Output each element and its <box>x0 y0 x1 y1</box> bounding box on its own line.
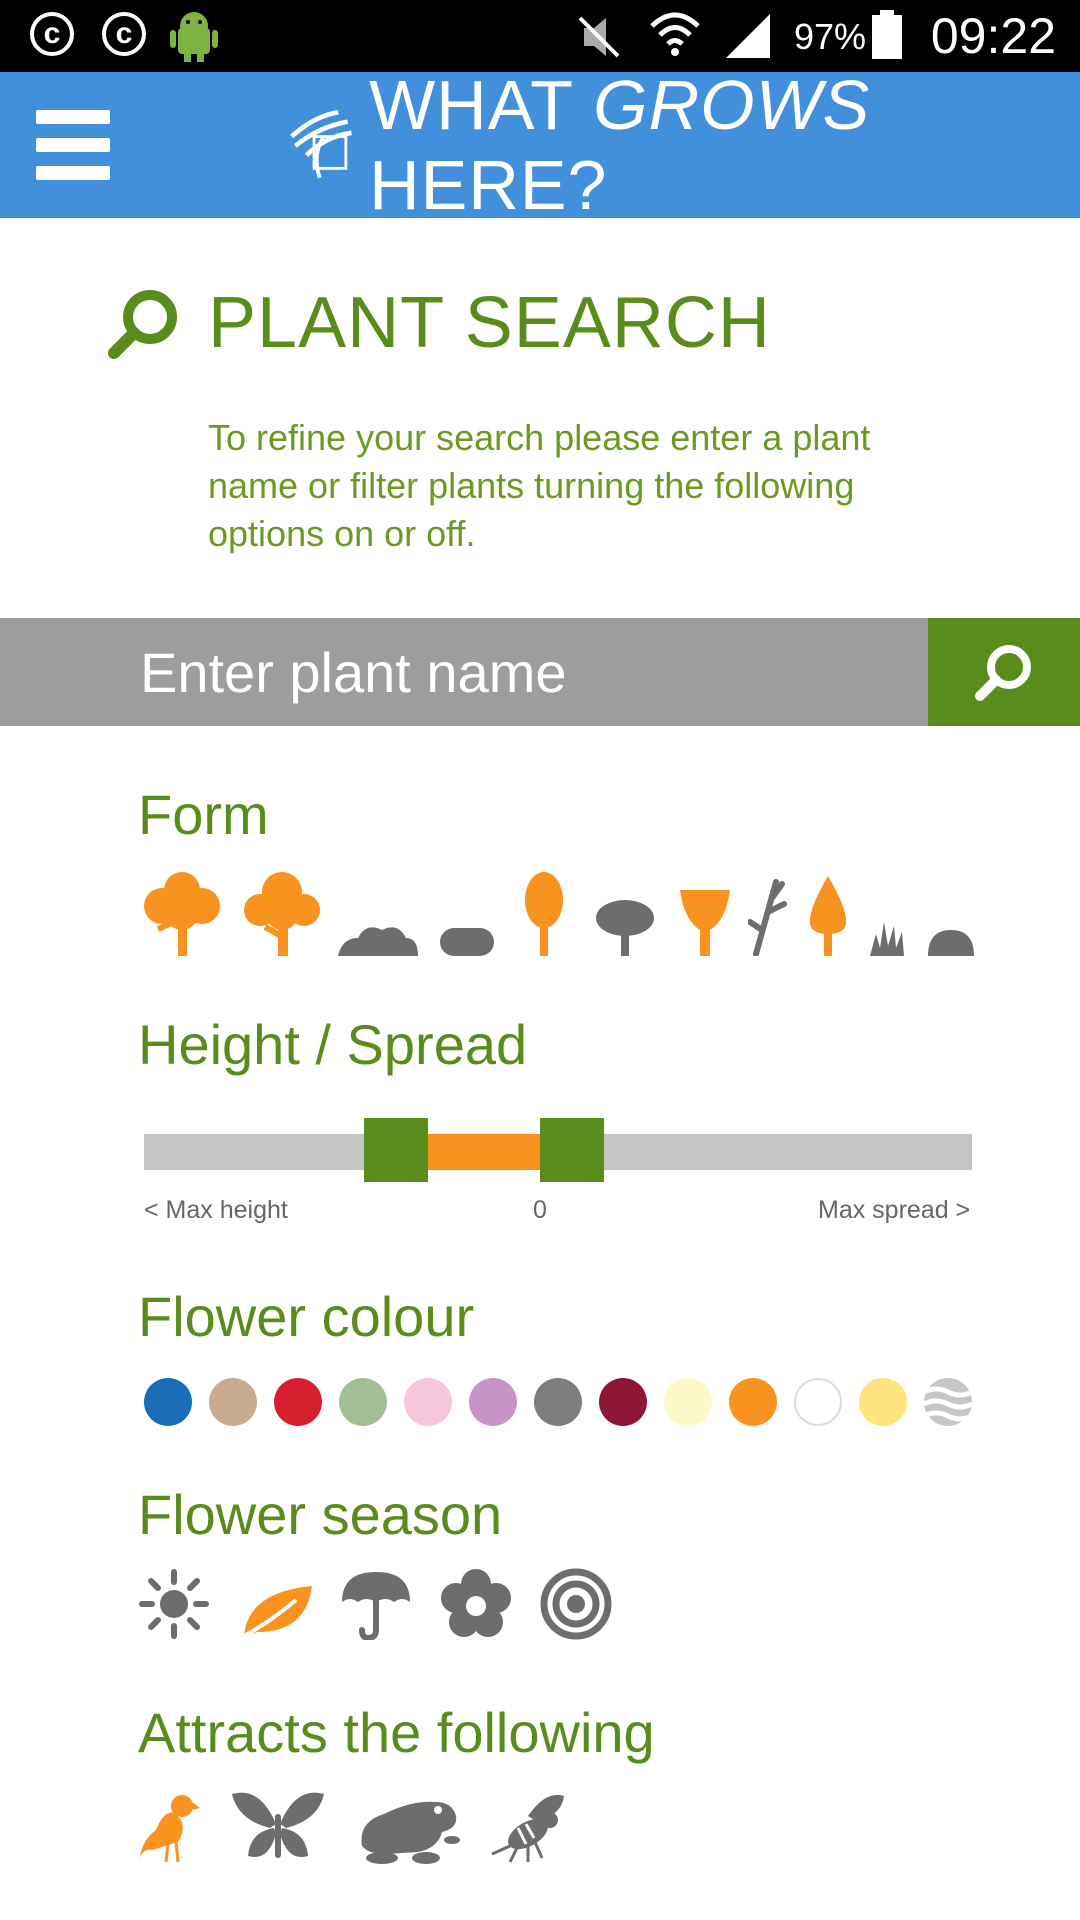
clock: 09:22 <box>930 8 1056 64</box>
search-icon <box>975 645 1031 701</box>
slider-max-label: Max spread > <box>818 1196 971 1224</box>
wifi-icon <box>650 12 700 56</box>
battery-percent: 97% <box>794 16 867 57</box>
page-description: To refine your search please enter a pla… <box>208 417 871 554</box>
tree-columnar-icon[interactable] <box>524 872 564 956</box>
mute-icon <box>578 16 620 58</box>
flower-icon[interactable] <box>440 1568 512 1640</box>
battery-icon <box>872 10 902 59</box>
attracts-label: Attracts the following <box>138 1701 655 1764</box>
colour-green[interactable] <box>339 1378 387 1426</box>
form-options <box>138 870 974 956</box>
plant-name-input[interactable] <box>0 618 928 726</box>
tree-conical-icon[interactable] <box>808 876 848 956</box>
bamboo-icon[interactable] <box>748 876 788 956</box>
umbrella-icon[interactable] <box>340 1568 412 1640</box>
slider-min-handle[interactable] <box>364 1118 428 1182</box>
slider-max-handle[interactable] <box>540 1118 604 1182</box>
colour-blue[interactable] <box>144 1378 192 1426</box>
sun-icon[interactable] <box>138 1568 210 1640</box>
menu-button[interactable] <box>36 110 110 180</box>
shrub-mound-icon[interactable] <box>440 926 494 956</box>
colour-yellow[interactable] <box>859 1378 907 1426</box>
colour-cream[interactable] <box>664 1378 712 1426</box>
slider-center-label: 0 <box>533 1196 547 1224</box>
flower-season-options <box>138 1568 612 1640</box>
bird-icon[interactable] <box>138 1792 200 1864</box>
slider-min-label: < Max height <box>144 1196 288 1224</box>
colour-grey[interactable] <box>534 1378 582 1426</box>
frog-icon[interactable] <box>356 1792 460 1864</box>
attracts-options <box>138 1790 570 1864</box>
colour-mixed-icon[interactable] <box>924 1378 972 1426</box>
butterfly-icon[interactable] <box>230 1790 326 1864</box>
colour-tan[interactable] <box>209 1378 257 1426</box>
hamburger-line <box>36 138 110 152</box>
colour-white[interactable] <box>794 1378 842 1426</box>
grass-icon[interactable] <box>868 918 908 956</box>
colour-red[interactable] <box>274 1378 322 1426</box>
tree-vase-icon[interactable] <box>680 890 730 956</box>
flower-colour-options <box>144 1378 972 1426</box>
slider-selected-range <box>426 1134 544 1170</box>
groundcover-icon[interactable] <box>928 930 974 956</box>
form-label: Form <box>138 783 269 846</box>
page-title-text: PLANT SEARCH <box>208 283 771 363</box>
height-spread-label: Height / Spread <box>138 1013 528 1076</box>
bee-icon[interactable] <box>488 1792 570 1864</box>
flower-colour-label: Flower colour <box>138 1285 475 1348</box>
hamburger-line <box>36 110 110 124</box>
app-title: WHAT GROWS HERE? <box>286 66 1080 224</box>
colour-burgundy[interactable] <box>599 1378 647 1426</box>
colour-pink[interactable] <box>404 1378 452 1426</box>
tree-umbrella-icon[interactable] <box>596 900 654 956</box>
android-icon <box>170 12 218 62</box>
logo-icon <box>290 109 352 179</box>
app-bar: WHAT GROWS HERE? <box>0 66 1080 224</box>
page-title: PLANT SEARCH <box>106 282 771 364</box>
shrub-low-icon[interactable] <box>336 916 420 956</box>
colour-orange[interactable] <box>729 1378 777 1426</box>
tree-broad-icon[interactable] <box>138 870 226 956</box>
search-icon <box>108 290 177 359</box>
flower-season-label: Flower season <box>138 1483 503 1546</box>
search-button[interactable] <box>928 618 1080 726</box>
copyright-icon: c <box>30 12 74 56</box>
leaf-icon[interactable] <box>240 1582 314 1640</box>
app-title-text: WHAT GROWS HERE? <box>369 66 871 224</box>
status-bar: c c 97% 09:22 <box>0 0 1080 72</box>
copyright-icon: c <box>102 12 146 56</box>
signal-icon <box>726 14 770 58</box>
hamburger-line <box>36 166 110 180</box>
tree-spreading-icon[interactable] <box>238 870 326 956</box>
all-year-icon[interactable] <box>540 1568 612 1640</box>
colour-purple[interactable] <box>469 1378 517 1426</box>
search-bar <box>0 618 1080 726</box>
